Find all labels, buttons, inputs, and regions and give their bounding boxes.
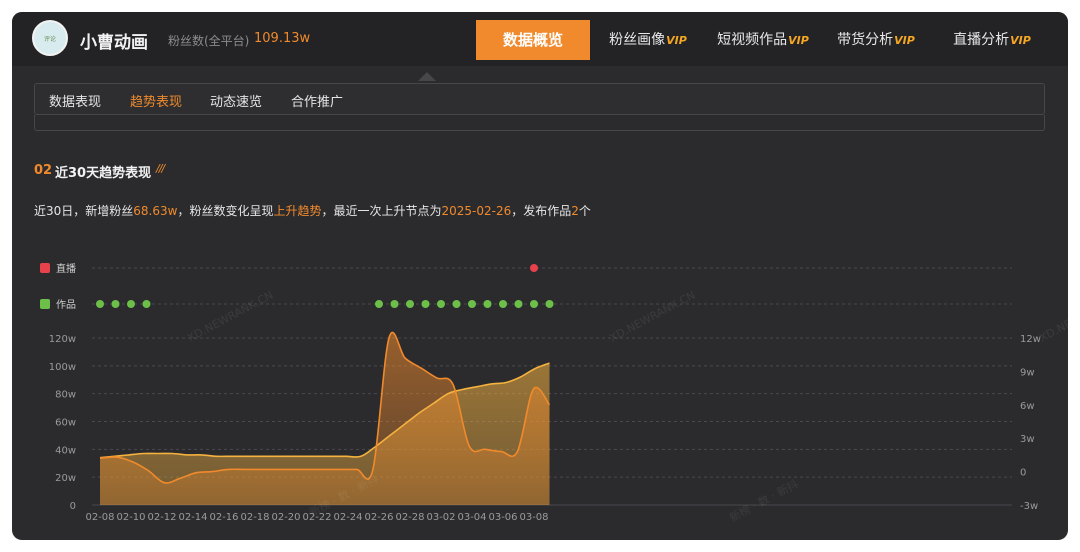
x-tick-label: 02-14 bbox=[178, 512, 207, 523]
work-event-dot bbox=[421, 300, 430, 308]
work-event-dot bbox=[545, 300, 554, 308]
work-event-dot bbox=[96, 300, 104, 308]
watermark: XD.NEWRANK.CN bbox=[1037, 289, 1068, 345]
watermark: XD.NEWRANK.CN bbox=[607, 289, 697, 345]
work-event-dot bbox=[406, 300, 414, 308]
y-left-tick-label: 120w bbox=[49, 334, 76, 345]
x-tick-label: 02-08 bbox=[85, 512, 114, 523]
y-right-tick-label: 6w bbox=[1020, 401, 1035, 412]
y-right-tick-label: 3w bbox=[1020, 434, 1035, 445]
work-event-dot bbox=[127, 300, 135, 308]
x-tick-label: 02-18 bbox=[240, 512, 269, 523]
x-tick-label: 02-12 bbox=[147, 512, 176, 523]
x-tick-label: 02-16 bbox=[209, 512, 238, 523]
work-event-dot bbox=[468, 300, 476, 308]
work-event-dot bbox=[499, 300, 507, 308]
work-event-dot bbox=[483, 300, 492, 308]
y-right-tick-label: 0 bbox=[1020, 468, 1026, 479]
x-tick-label: 03-08 bbox=[519, 512, 548, 523]
y-left-tick-label: 60w bbox=[55, 418, 76, 429]
work-event-dot bbox=[390, 300, 399, 308]
work-event-dot bbox=[514, 300, 523, 308]
x-tick-label: 03-06 bbox=[488, 512, 517, 523]
trend-chart: 020w40w60w80w100w120w-3w03w6w9w12w02-08 0… bbox=[40, 262, 1068, 525]
x-tick-label: 03-04 bbox=[457, 512, 486, 523]
y-left-tick-label: 20w bbox=[55, 473, 76, 484]
watermark: 新榜 · 数 · 新抖 bbox=[727, 477, 801, 525]
work-event-dot bbox=[530, 300, 538, 308]
x-tick-label: 02-28 bbox=[395, 512, 424, 523]
app-window: 评论 小曹动画 粉丝数(全平台) 109.13w 数据概览 粉丝画像VIP 短视… bbox=[12, 12, 1068, 540]
y-right-tick-label: 9w bbox=[1020, 367, 1035, 378]
work-event-dot bbox=[142, 300, 151, 308]
work-event-dot bbox=[452, 300, 461, 308]
x-tick-label: 02-26 bbox=[364, 512, 393, 523]
x-tick-label: 02-10 bbox=[116, 512, 145, 523]
x-tick-label: 02-24 bbox=[333, 512, 362, 523]
x-tick-label: 02-20 bbox=[271, 512, 300, 523]
y-left-tick-label: 40w bbox=[55, 445, 76, 456]
live-event-dot bbox=[530, 264, 538, 272]
event-row-label: 直播 bbox=[56, 262, 76, 275]
x-tick-label: 03-02 bbox=[426, 512, 455, 523]
work-event-dot bbox=[111, 300, 120, 308]
watermark: XD.NEWRANK.CN bbox=[185, 289, 275, 345]
y-left-tick-label: 80w bbox=[55, 390, 76, 401]
work-icon bbox=[40, 299, 50, 309]
live-icon bbox=[40, 263, 50, 273]
work-event-dot bbox=[375, 300, 383, 308]
y-left-tick-label: 100w bbox=[49, 362, 76, 373]
work-event-dot bbox=[437, 300, 445, 308]
y-left-tick-label: 0 bbox=[70, 501, 76, 512]
y-right-tick-label: -3w bbox=[1020, 501, 1038, 512]
event-row-label: 作品 bbox=[56, 299, 76, 311]
